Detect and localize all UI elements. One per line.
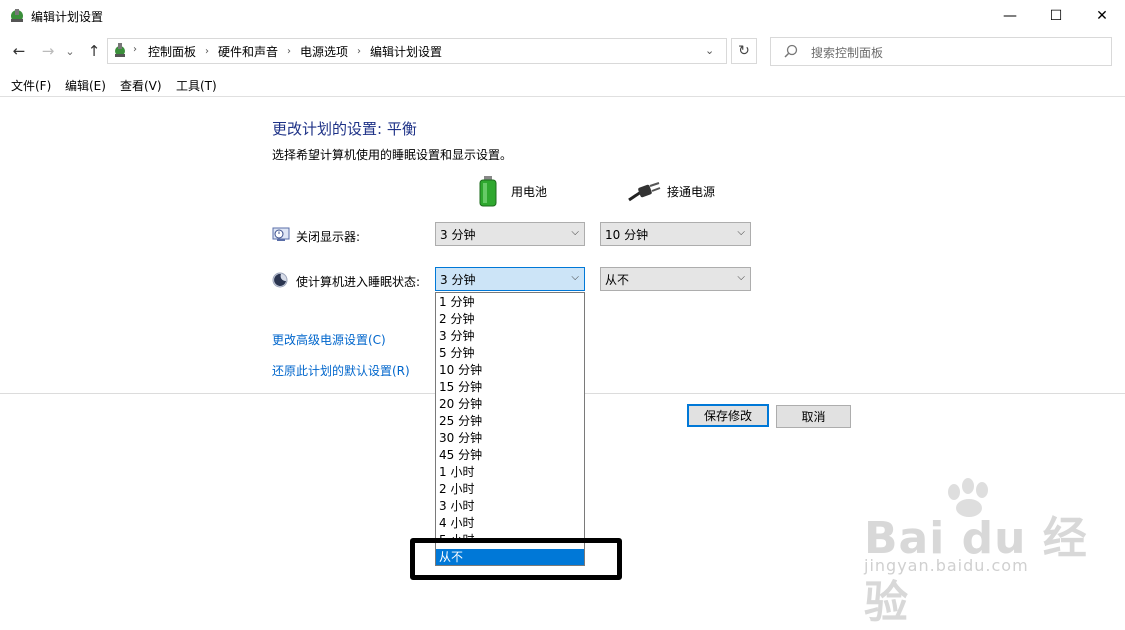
menu-view[interactable]: 查看(V) [120, 77, 162, 94]
display-battery-value: 3 分钟 [440, 227, 476, 242]
breadcrumb-separator-icon[interactable]: › [357, 46, 361, 57]
sleep-label: 使计算机进入睡眠状态: [296, 275, 421, 289]
display-battery-select[interactable]: 3 分钟 ⌵ [435, 222, 585, 246]
page-title: 更改计划的设置: 平衡 [272, 120, 417, 138]
dropdown-option[interactable]: 4 小时 [436, 515, 584, 532]
dropdown-option[interactable]: 10 分钟 [436, 362, 584, 379]
column-header-plugged-in: 接通电源 [667, 185, 716, 199]
chevron-down-icon: ⌵ [571, 227, 579, 238]
battery-icon [479, 176, 497, 207]
dropdown-option[interactable]: 2 分钟 [436, 311, 584, 328]
forward-arrow-icon[interactable]: → [39, 40, 57, 62]
breadcrumb: 控制面板 › 硬件和声音 › 电源选项 › 编辑计划设置 [148, 43, 442, 60]
chevron-down-icon: ⌵ [737, 227, 745, 238]
dropdown-option[interactable]: 20 分钟 [436, 396, 584, 413]
breadcrumb-item-power-options[interactable]: 电源选项 [300, 43, 348, 60]
chevron-down-icon: ⌵ [737, 272, 745, 283]
breadcrumb-item-hardware-sound[interactable]: 硬件和声音 [218, 43, 278, 60]
menu-tools[interactable]: 工具(T) [176, 77, 217, 94]
maximize-button[interactable]: ☐ [1033, 0, 1079, 32]
sleep-battery-value: 3 分钟 [440, 272, 476, 287]
refresh-icon: ↻ [738, 43, 750, 59]
control-panel-icon [115, 43, 125, 57]
address-dropdown-chevron-icon[interactable]: ⌄ [705, 44, 714, 57]
sleep-battery-select[interactable]: 3 分钟 ⌵ [435, 267, 585, 291]
dropdown-option[interactable]: 1 分钟 [436, 294, 584, 311]
title-bar [0, 0, 1125, 32]
watermark-url: jingyan.baidu.com [864, 556, 1029, 575]
refresh-button[interactable]: ↻ [731, 38, 757, 64]
power-plug-icon [628, 182, 661, 202]
sleep-plugged-select[interactable]: 从不 ⌵ [600, 267, 751, 291]
sleep-moon-icon [272, 272, 288, 288]
highlight-annotation-frame [410, 538, 622, 580]
sleep-plugged-value: 从不 [605, 272, 630, 287]
window-title: 编辑计划设置 [31, 10, 104, 24]
dropdown-option[interactable]: 3 分钟 [436, 328, 584, 345]
dropdown-option[interactable]: 2 小时 [436, 481, 584, 498]
menu-bar [0, 72, 1125, 97]
search-icon [784, 44, 798, 58]
close-button[interactable]: ✕ [1079, 0, 1125, 32]
dropdown-option[interactable]: 15 分钟 [436, 379, 584, 396]
display-plugged-value: 10 分钟 [605, 227, 649, 242]
cancel-button[interactable]: 取消 [776, 405, 851, 428]
search-placeholder: 搜索控制面板 [811, 46, 884, 60]
menu-file[interactable]: 文件(F) [11, 77, 51, 94]
recent-locations-chevron-icon[interactable]: ⌄ [64, 40, 76, 62]
advanced-power-settings-link[interactable]: 更改高级电源设置(C) [272, 331, 386, 348]
breadcrumb-item-edit-plan[interactable]: 编辑计划设置 [370, 43, 442, 60]
column-header-battery: 用电池 [511, 185, 548, 199]
minimize-button[interactable]: — [987, 0, 1033, 32]
display-plugged-select[interactable]: 10 分钟 ⌵ [600, 222, 751, 246]
up-arrow-icon[interactable]: ↑ [85, 40, 103, 62]
restore-defaults-link[interactable]: 还原此计划的默认设置(R) [272, 362, 410, 379]
power-options-icon [11, 9, 23, 22]
save-changes-button[interactable]: 保存修改 [687, 404, 769, 427]
dropdown-option[interactable]: 5 分钟 [436, 345, 584, 362]
breadcrumb-separator-icon[interactable]: › [287, 46, 291, 57]
breadcrumb-chevron-icon[interactable]: › [133, 44, 137, 55]
baidu-watermark: Bai du 经验 jingyan.baidu.com [860, 478, 1100, 628]
page-description: 选择希望计算机使用的睡眠设置和显示设置。 [272, 148, 513, 162]
dropdown-option[interactable]: 3 小时 [436, 498, 584, 515]
breadcrumb-item-control-panel[interactable]: 控制面板 [148, 43, 196, 60]
dropdown-option[interactable]: 25 分钟 [436, 413, 584, 430]
dropdown-option[interactable]: 45 分钟 [436, 447, 584, 464]
chevron-down-icon: ⌵ [571, 272, 579, 283]
dropdown-option[interactable]: 30 分钟 [436, 430, 584, 447]
back-arrow-icon[interactable]: ← [10, 40, 28, 62]
dropdown-option[interactable]: 1 小时 [436, 464, 584, 481]
display-off-label: 关闭显示器: [296, 230, 361, 244]
display-timer-icon [272, 227, 290, 241]
sleep-battery-dropdown-list[interactable]: 1 分钟 2 分钟 3 分钟 5 分钟 10 分钟 15 分钟 20 分钟 25… [435, 292, 585, 566]
breadcrumb-separator-icon[interactable]: › [205, 46, 209, 57]
menu-edit[interactable]: 编辑(E) [65, 77, 106, 94]
